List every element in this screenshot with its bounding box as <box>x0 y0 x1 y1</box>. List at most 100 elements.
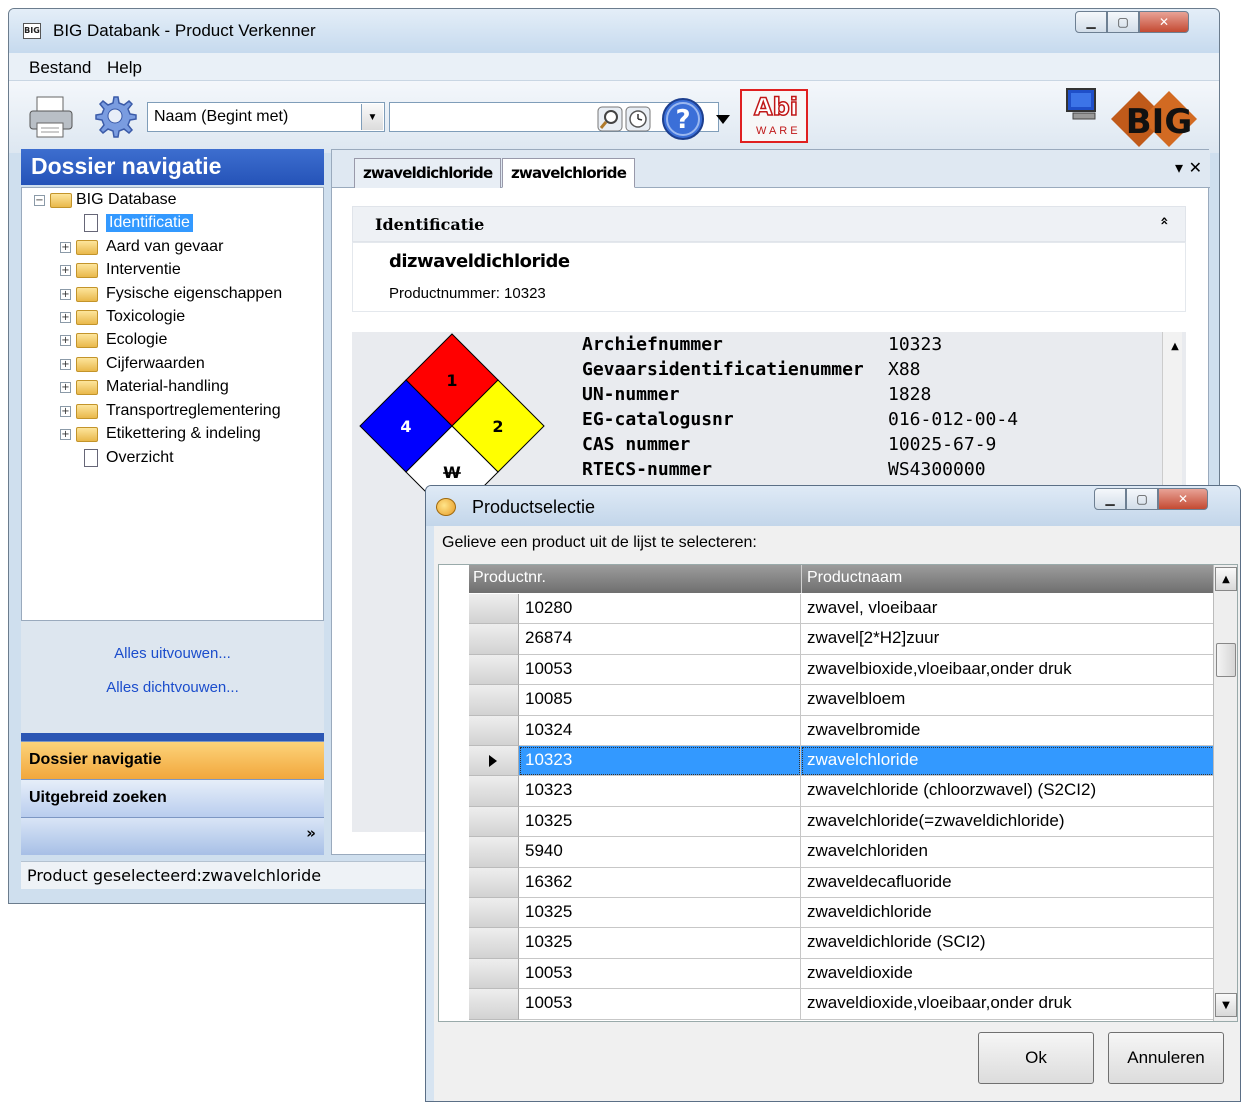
cell-productnr[interactable]: 16362 <box>519 867 801 898</box>
tab-zwavelchloride[interactable]: zwavelchloride <box>502 158 636 188</box>
grid-scrollbar[interactable]: ▲ ▼ <box>1213 565 1237 1021</box>
table-row[interactable]: 16362 zwaveldecafluoride <box>439 867 1215 898</box>
tree-item-etikettering[interactable]: + Etikettering & indeling <box>60 424 320 446</box>
menu-bestand[interactable]: Bestand <box>29 58 91 78</box>
table-row[interactable]: 10325 zwaveldichloride <box>439 898 1215 929</box>
tree-item-aard-van-gevaar[interactable]: + Aard van gevaar <box>60 237 320 259</box>
scroll-up-icon[interactable]: ▲ <box>1215 567 1237 591</box>
cell-productnaam[interactable]: zwavelbioxide,vloeibaar,onder druk <box>801 655 1215 686</box>
maximize-button[interactable]: ▢ <box>1107 11 1139 33</box>
cell-productnr[interactable]: 10323 <box>519 746 801 777</box>
table-row[interactable]: 10325 zwaveldichloride (SCI2) <box>439 928 1215 959</box>
help-icon[interactable]: ? <box>661 97 705 141</box>
cell-productnaam[interactable]: zwaveldichloride (SCI2) <box>801 928 1215 959</box>
table-row[interactable]: 10324 zwavelbromide <box>439 715 1215 746</box>
tree-item-overzicht[interactable]: Overzicht <box>84 448 304 470</box>
cell-productnaam[interactable]: zwavelchloriden <box>801 837 1215 868</box>
column-productnr[interactable]: Productnr. <box>473 569 546 587</box>
expand-icon[interactable]: + <box>60 359 71 370</box>
tree-item-identificatie[interactable]: Identificatie <box>84 213 304 235</box>
cell-productnaam[interactable]: zwavelchloride (chloorzwavel) (S2CI2) <box>801 776 1215 807</box>
tree-item-interventie[interactable]: + Interventie <box>60 260 320 282</box>
row-selector[interactable] <box>469 746 519 777</box>
scroll-up-icon[interactable]: ▲ <box>1164 334 1186 358</box>
table-row[interactable]: 10280 zwavel, vloeibaar <box>439 594 1215 625</box>
cell-productnr[interactable]: 10085 <box>519 685 801 716</box>
search-icon[interactable] <box>597 106 623 132</box>
cell-productnr[interactable]: 10323 <box>519 776 801 807</box>
monitor-icon[interactable] <box>1063 85 1103 125</box>
row-selector[interactable] <box>469 928 519 959</box>
row-selector[interactable] <box>469 594 519 625</box>
column-productnaam[interactable]: Productnaam <box>807 569 902 587</box>
expand-icon[interactable]: + <box>60 429 71 440</box>
tree-item-material-handling[interactable]: + Material-handling <box>60 377 320 399</box>
gear-icon[interactable] <box>91 93 137 139</box>
row-selector[interactable] <box>469 685 519 716</box>
collapse-section-icon[interactable]: » <box>1156 216 1172 225</box>
cell-productnr[interactable]: 10053 <box>519 989 801 1020</box>
table-row[interactable]: 10325 zwavelchloride(=zwaveldichloride) <box>439 806 1215 838</box>
collapse-icon[interactable]: − <box>34 195 45 206</box>
row-selector[interactable] <box>469 867 519 898</box>
cell-productnr[interactable]: 10280 <box>519 594 801 625</box>
expand-icon[interactable]: + <box>60 406 71 417</box>
cancel-button[interactable]: Annuleren <box>1108 1032 1224 1084</box>
expand-icon[interactable]: + <box>60 382 71 393</box>
nav-uitgebreid-zoeken[interactable]: Uitgebreid zoeken <box>21 779 324 817</box>
cell-productnaam[interactable]: zwaveldioxide <box>801 959 1215 990</box>
cell-productnaam[interactable]: zwaveldioxide,vloeibaar,onder druk <box>801 989 1215 1020</box>
row-selector[interactable] <box>469 989 519 1020</box>
row-selector[interactable] <box>469 806 519 838</box>
tree-item-toxicologie[interactable]: + Toxicologie <box>60 307 320 329</box>
tree-item-transportreglementering[interactable]: + Transportreglementering <box>60 401 322 423</box>
table-row[interactable]: 10323 zwavelchloride <box>439 746 1215 777</box>
tree-item-fysische-eigenschappen[interactable]: + Fysische eigenschappen <box>60 284 322 306</box>
tab-close-controls[interactable]: ▾ ✕ <box>1175 158 1202 177</box>
cell-productnaam[interactable]: zwavelchloride(=zwaveldichloride) <box>801 807 1215 838</box>
table-row[interactable]: 10053 zwaveldioxide,vloeibaar,onder druk <box>439 989 1215 1020</box>
cell-productnr[interactable]: 10325 <box>519 898 801 929</box>
cell-productnaam[interactable]: zwavelbloem <box>801 685 1215 716</box>
search-mode-select[interactable]: Naam (Begint met) ▼ <box>147 102 385 132</box>
tree-item-ecologie[interactable]: + Ecologie <box>60 330 320 352</box>
close-button[interactable]: ✕ <box>1139 11 1189 33</box>
row-selector[interactable] <box>469 654 519 686</box>
cell-productnaam[interactable]: zwavel[2*H2]zuur <box>801 624 1215 655</box>
help-dropdown-icon[interactable] <box>715 113 731 125</box>
table-row[interactable]: 26874 zwavel[2*H2]zuur <box>439 624 1215 655</box>
nav-dossier-navigatie[interactable]: Dossier navigatie <box>21 741 324 779</box>
row-selector[interactable] <box>469 837 519 868</box>
table-row[interactable]: 10085 zwavelbloem <box>439 685 1215 716</box>
tree-root[interactable]: − BIG Database <box>34 190 314 212</box>
dialog-minimize-button[interactable]: ▁ <box>1094 488 1126 510</box>
expand-icon[interactable]: + <box>60 289 71 300</box>
cell-productnr[interactable]: 26874 <box>519 624 801 655</box>
table-row[interactable]: 10053 zwavelbioxide,vloeibaar,onder druk <box>439 654 1215 686</box>
menu-help[interactable]: Help <box>107 58 142 78</box>
cell-productnaam[interactable]: zwavel, vloeibaar <box>801 594 1215 625</box>
splitter-grip[interactable] <box>21 733 324 741</box>
abiware-logo[interactable]: Abi WARE <box>740 89 808 143</box>
row-selector[interactable] <box>469 715 519 746</box>
expand-icon[interactable]: + <box>60 312 71 323</box>
main-title-bar[interactable]: BIG BIG Databank - Product Verkenner ▁ ▢… <box>9 9 1219 53</box>
cell-productnaam[interactable]: zwaveldichloride <box>801 898 1215 929</box>
scroll-down-icon[interactable]: ▼ <box>1215 993 1237 1017</box>
nav-overflow[interactable]: » <box>21 817 324 855</box>
tab-zwaveldichloride[interactable]: zwaveldichloride <box>354 158 502 188</box>
info-scrollbar[interactable]: ▲ <box>1162 332 1182 492</box>
cell-productnr[interactable]: 10325 <box>519 928 801 959</box>
cell-productnaam[interactable]: zwavelchloride <box>801 746 1215 777</box>
dialog-close-button[interactable]: ✕ <box>1158 488 1208 510</box>
cell-productnaam[interactable]: zwavelbromide <box>801 716 1215 746</box>
row-selector[interactable] <box>469 776 519 807</box>
cell-productnr[interactable]: 10325 <box>519 806 801 838</box>
dialog-title-bar[interactable]: Productselectie ▁ ▢ ✕ <box>426 486 1240 526</box>
cell-productnr[interactable]: 5940 <box>519 837 801 868</box>
expand-icon[interactable]: + <box>60 335 71 346</box>
expand-icon[interactable]: + <box>60 265 71 276</box>
row-selector[interactable] <box>469 898 519 929</box>
table-row[interactable]: 10323 zwavelchloride (chloorzwavel) (S2CI… <box>439 776 1215 807</box>
scroll-thumb[interactable] <box>1216 643 1236 677</box>
